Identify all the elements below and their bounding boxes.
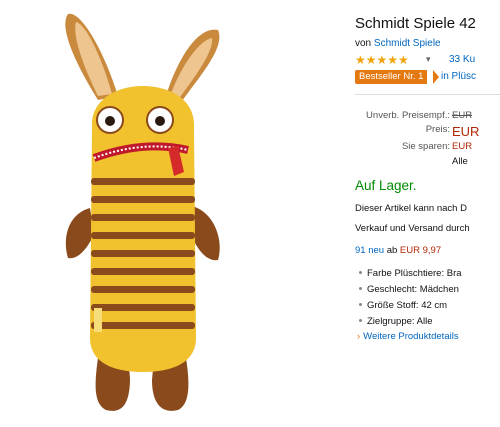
list-price-value: EUR (452, 110, 473, 121)
savings-label: Sie sparen: (401, 141, 450, 152)
tax-note: Alle (452, 156, 468, 167)
list-item: Größe Stoff: 42 cm (355, 300, 447, 311)
offers-line: 91 neu ab EUR 9,97 (355, 245, 441, 256)
chevron-right-icon: › (357, 331, 361, 342)
list-item: Geschlecht: Mädchen (355, 284, 459, 295)
plush-toy-illustration (65, 13, 220, 411)
offers-price: EUR 9,97 (399, 245, 442, 256)
dropdown-caret-icon[interactable]: ▾ (426, 54, 431, 65)
list-price-row: Unverb. Preisempf.: EUR (355, 110, 500, 123)
list-item: Farbe Plüschtiere: Bra (355, 268, 462, 279)
availability-status: Auf Lager. (355, 178, 417, 193)
feature-text: Farbe Plüschtiere: Bra (367, 268, 462, 279)
savings-row: Sie sparen: EUR (355, 141, 500, 154)
bestseller-badge[interactable]: Bestseller Nr. 1 (355, 70, 428, 84)
tax-note-row: Alle (355, 156, 500, 169)
bullet-icon (359, 302, 362, 306)
bestseller-category-link[interactable]: in Plüsc (441, 71, 476, 82)
more-details-link[interactable]: › Weitere Produktdetails (357, 331, 459, 342)
bullet-icon (359, 286, 362, 290)
new-offers-link[interactable]: 91 neu (355, 245, 384, 256)
feature-text: Geschlecht: Mädchen (367, 284, 459, 295)
offers-from-label: ab (386, 245, 398, 256)
star-rating[interactable]: ★★★★★ (355, 53, 409, 67)
feature-text: Größe Stoff: 42 cm (367, 300, 448, 311)
price-value: EUR (452, 124, 480, 139)
badge-arrow-shape (433, 70, 439, 84)
savings-value: EUR (452, 141, 473, 152)
more-details-label[interactable]: Weitere Produktdetails (363, 331, 458, 342)
bullet-icon (359, 318, 362, 322)
brand-link[interactable]: Schmidt Spiele (374, 38, 441, 49)
product-title[interactable]: Schmidt Spiele 42 (355, 15, 476, 32)
price-row: Preis: EUR (355, 124, 500, 139)
list-item: Zielgruppe: Alle (355, 316, 432, 327)
product-details-column: Schmidt Spiele 42 von Schmidt Spiele ★★★… (355, 0, 500, 427)
brand-byline: von Schmidt Spiele (355, 38, 441, 49)
list-price-label: Unverb. Preisempf.: (366, 110, 450, 121)
divider (355, 94, 500, 95)
customer-reviews-link[interactable]: 33 Ku (449, 54, 475, 65)
shipping-info: Dieser Artikel kann nach D (355, 203, 467, 214)
price-label: Preis: (425, 124, 450, 135)
seller-info: Verkauf und Versand durch (355, 223, 470, 234)
bullet-icon (359, 270, 362, 274)
product-image[interactable] (58, 8, 228, 420)
brand-prefix: von (355, 38, 372, 49)
feature-text: Zielgruppe: Alle (367, 316, 433, 327)
